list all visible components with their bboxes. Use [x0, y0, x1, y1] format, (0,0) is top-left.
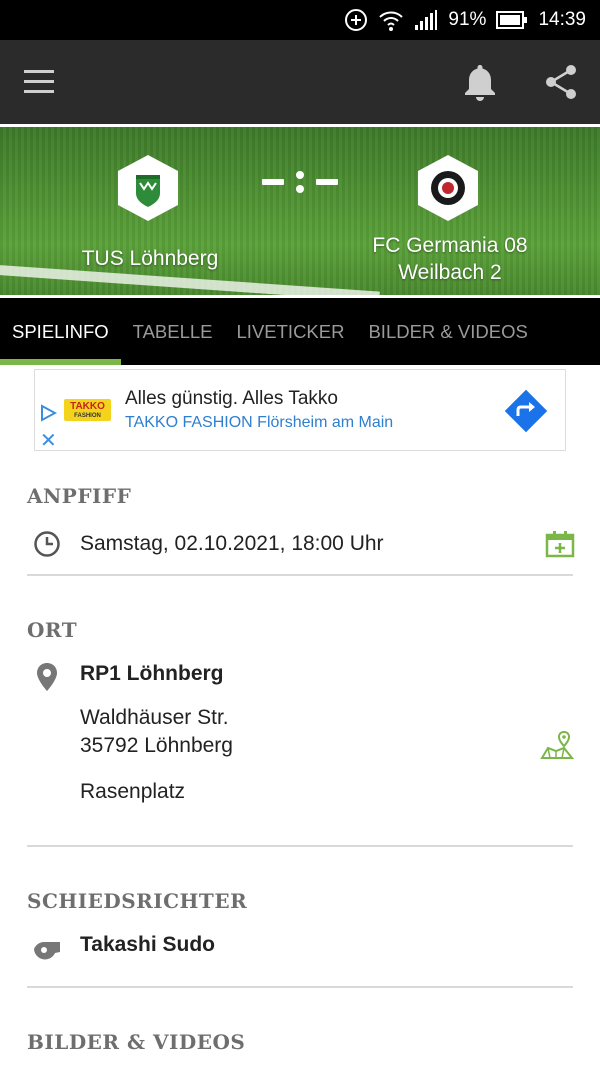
venue-surface: Rasenplatz: [80, 780, 186, 803]
menu-icon[interactable]: [22, 67, 56, 97]
map-icon[interactable]: [540, 730, 575, 765]
ad-close-icon[interactable]: ✕: [40, 428, 57, 453]
bell-icon[interactable]: [462, 62, 498, 102]
venue-name: RP1 Löhnberg: [80, 662, 224, 685]
tab-tabelle[interactable]: TABELLE: [121, 298, 225, 365]
tab-bar: SPIELINFO TABELLE LIVETICKER BILDER & VI…: [0, 298, 600, 365]
tab-bilder-videos[interactable]: BILDER & VIDEOS: [356, 298, 539, 365]
divider: [27, 845, 573, 847]
venue-street: Waldhäuser Str.: [80, 706, 229, 729]
divider: [27, 574, 573, 576]
section-title-schiedsrichter: SCHIEDSRICHTER: [27, 889, 248, 913]
wifi-icon: [378, 8, 404, 32]
kickoff-datetime: Samstag, 02.10.2021, 18:00 Uhr: [80, 532, 384, 555]
section-title-bilder-videos: BILDER & VIDEOS: [27, 1030, 246, 1054]
battery-percent: 91%: [448, 9, 487, 30]
referee-name: Takashi Sudo: [80, 933, 215, 956]
app-bar: [0, 40, 600, 124]
directions-icon[interactable]: [501, 386, 551, 436]
ad-headline[interactable]: Alles günstig. Alles Takko: [125, 388, 338, 410]
tab-liveticker[interactable]: LIVETICKER: [225, 298, 357, 365]
ad-choices-icon[interactable]: [39, 404, 58, 427]
battery-icon: [496, 10, 528, 30]
away-team-name[interactable]: FC Germania 08 Weilbach 2: [340, 232, 560, 286]
away-team-crest-icon[interactable]: [416, 153, 480, 223]
divider: [27, 986, 573, 988]
ad-subline[interactable]: TAKKO FASHION Flörsheim am Main: [125, 414, 393, 432]
clock-icon: [33, 530, 61, 563]
score-placeholder-icon: [260, 167, 340, 197]
clock: 14:39: [538, 9, 586, 30]
ad-logo[interactable]: TAKKO FASHION: [64, 399, 111, 421]
location-pin-icon: [35, 662, 59, 697]
section-title-anpfiff: ANPFIFF: [27, 484, 132, 508]
ad-banner[interactable]: ✕ TAKKO FASHION Alles günstig. Alles Takk…: [34, 369, 566, 453]
whistle-icon: [32, 935, 62, 968]
add-to-calendar-icon[interactable]: [545, 530, 575, 563]
tab-spielinfo[interactable]: SPIELINFO: [0, 298, 121, 365]
signal-icon: [414, 9, 438, 31]
status-bar: 91% 14:39: [0, 0, 600, 40]
section-title-ort: ORT: [27, 618, 78, 642]
share-icon[interactable]: [544, 64, 578, 100]
add-circle-icon: [344, 8, 368, 32]
home-team-name[interactable]: TUS Löhnberg: [40, 245, 260, 272]
venue-city: 35792 Löhnberg: [80, 734, 233, 757]
match-header: TUS Löhnberg FC Germania 08 Weilbach 2: [0, 124, 600, 298]
home-team-crest-icon[interactable]: [116, 153, 180, 223]
